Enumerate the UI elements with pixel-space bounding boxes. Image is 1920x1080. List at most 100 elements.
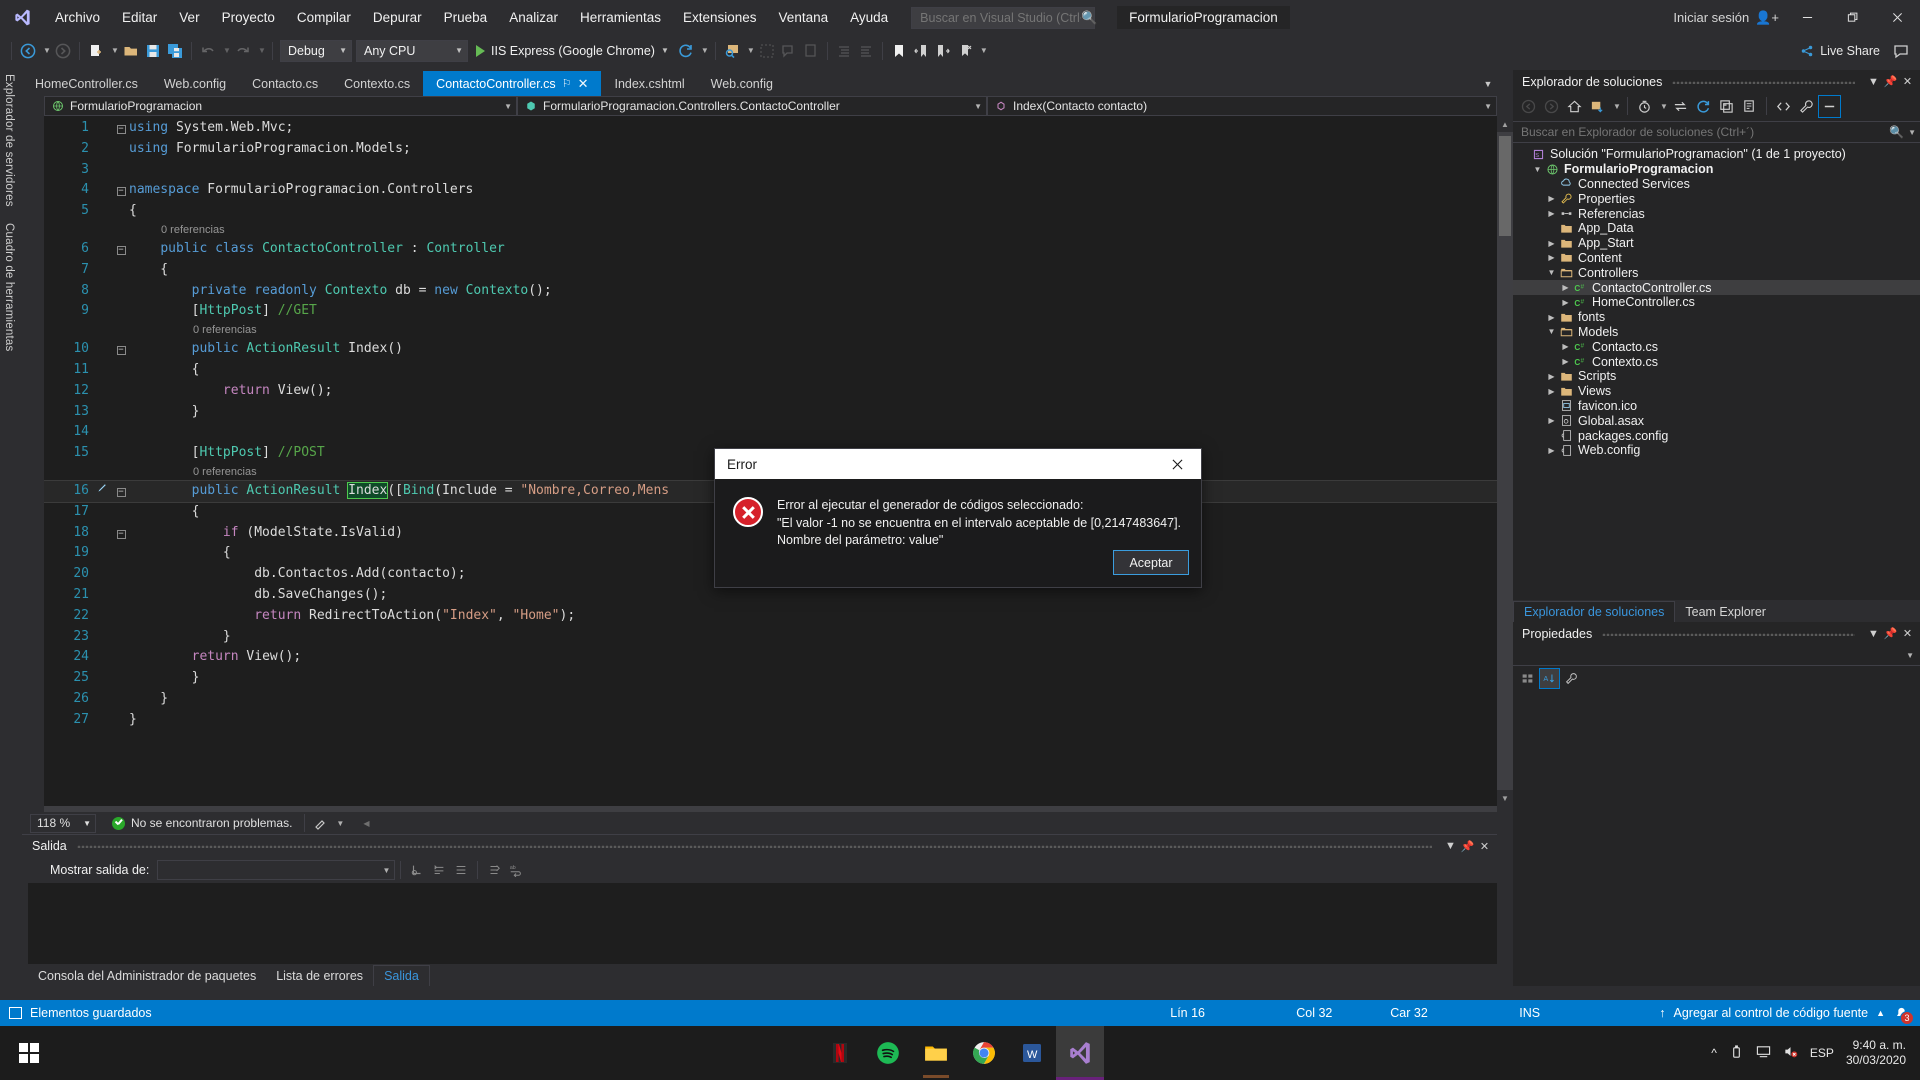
toolbar-overflow-icon[interactable]: ▼ [976, 46, 989, 55]
chevron-right-icon[interactable]: ▶ [1545, 387, 1558, 396]
code-line[interactable]: 3 [44, 160, 1497, 181]
panel-tab[interactable]: Explorador de soluciones [1513, 601, 1676, 622]
pending-changes-filter-icon[interactable] [1633, 95, 1656, 118]
close-icon[interactable]: ✕ [578, 76, 589, 92]
fold-toggle-icon[interactable]: − [113, 481, 129, 502]
clock[interactable]: 9:40 a. m. 30/03/2020 [1846, 1038, 1906, 1068]
code-cleanup-icon[interactable] [310, 812, 332, 834]
pending-changes-caret-icon[interactable]: ▼ [1609, 102, 1622, 111]
tree-item[interactable]: ▼ Controllers [1513, 265, 1920, 280]
code-line[interactable]: 12 return View(); [44, 381, 1497, 402]
code-line[interactable]: 23 } [44, 627, 1497, 648]
visual-studio-icon[interactable] [1056, 1026, 1104, 1080]
sync-with-active-document-icon[interactable] [1669, 95, 1692, 118]
chevron-right-icon[interactable]: ▶ [1545, 372, 1558, 381]
preview-selected-items-icon[interactable] [1818, 94, 1841, 118]
menu-item-editar[interactable]: Editar [111, 0, 168, 35]
editor-vertical-scrollbar[interactable]: ▲ ▼ [1497, 116, 1513, 806]
editor-tab[interactable]: HomeController.cs [22, 71, 151, 96]
editor-tab[interactable]: ContactoController.cs ⚐ ✕ [423, 71, 602, 96]
collapse-all-icon[interactable] [1715, 95, 1738, 118]
code-cleanup-caret-icon[interactable]: ▼ [332, 819, 345, 828]
properties-wrench-icon[interactable] [1795, 95, 1818, 118]
member-selector-combo[interactable]: Index(Contacto contacto) ▼ [987, 96, 1497, 116]
next-bookmark-icon[interactable] [932, 40, 954, 62]
show-output-from-combo[interactable]: ▼ [157, 860, 396, 880]
refresh-icon[interactable] [1692, 95, 1715, 118]
output-tab[interactable]: Consola del Administrador de paquetes [28, 966, 266, 986]
show-hidden-icons-icon[interactable]: ^ [1711, 1046, 1717, 1060]
find-caret-icon[interactable]: ▼ [743, 46, 756, 55]
output-close-icon[interactable]: ✕ [1476, 837, 1493, 855]
editor-tab[interactable]: Contexto.cs [331, 71, 424, 96]
go-to-previous-icon[interactable] [428, 859, 450, 881]
tree-item[interactable]: ▶ C # ContactoController.cs [1513, 280, 1920, 295]
volume-muted-icon[interactable] [1783, 1044, 1798, 1062]
code-line[interactable]: 8 private readonly Contexto db = new Con… [44, 281, 1497, 302]
restart-caret-icon[interactable]: ▼ [697, 46, 710, 55]
output-pin-icon[interactable]: 📌 [1459, 837, 1476, 855]
code-line[interactable]: 24 return View(); [44, 647, 1497, 668]
chevron-right-icon[interactable]: ▶ [1559, 283, 1572, 292]
output-dropdown-icon[interactable]: ▼ [1442, 837, 1459, 855]
toggle-word-wrap-icon[interactable]: ab [505, 859, 527, 881]
fold-toggle-icon[interactable]: − [113, 239, 129, 260]
scroll-up-icon[interactable]: ▲ [1497, 116, 1513, 132]
tree-item[interactable]: ▶ Referencias [1513, 206, 1920, 221]
word-icon[interactable]: W [1008, 1026, 1056, 1080]
search-options-caret-icon[interactable]: ▼ [1904, 128, 1916, 137]
usb-icon[interactable] [1729, 1044, 1744, 1062]
netflix-icon[interactable] [816, 1026, 864, 1080]
menu-item-compilar[interactable]: Compilar [286, 0, 362, 35]
menu-item-proyecto[interactable]: Proyecto [211, 0, 286, 35]
code-line[interactable]: 7 { [44, 260, 1497, 281]
code-content[interactable]: 1− using System.Web.Mvc; 2 using Formulario… [44, 118, 1497, 731]
save-icon[interactable] [142, 40, 164, 62]
code-line[interactable]: 4 − namespace FormularioProgramacion.Contr… [44, 180, 1497, 201]
tree-item[interactable]: ▶ fonts [1513, 310, 1920, 325]
quick-actions-icon[interactable] [91, 481, 113, 502]
source-control-label[interactable]: Agregar al control de código fuente [1674, 1006, 1869, 1020]
navigate-back-caret-icon[interactable]: ▼ [39, 46, 52, 55]
properties-object-combo[interactable]: ▼ [1513, 645, 1920, 666]
tree-item[interactable]: ▶ App_Start [1513, 236, 1920, 251]
tree-item[interactable]: ▶ C # HomeController.cs [1513, 295, 1920, 310]
fold-toggle-icon[interactable]: − [113, 339, 129, 360]
editor-tab[interactable]: Web.config [150, 71, 240, 96]
code-line[interactable]: 21 db.SaveChanges(); [44, 585, 1497, 606]
server-explorer-tab[interactable]: Explorador de servidores [0, 66, 18, 215]
code-line[interactable]: 5{ [44, 201, 1497, 222]
tree-item[interactable]: ▶ C # Contexto.cs [1513, 354, 1920, 369]
chevron-down-icon[interactable]: ▼ [1545, 268, 1558, 277]
error-dialog[interactable]: Error Error al ejecutar el generador de … [714, 448, 1202, 588]
code-line[interactable]: 1 − using System.Web.Mvc; [44, 118, 1497, 139]
chevron-down-icon[interactable]: ▼ [1531, 165, 1544, 174]
previous-bookmark-icon[interactable] [910, 40, 932, 62]
quick-search-input[interactable] [920, 10, 1082, 25]
open-file-icon[interactable] [120, 40, 142, 62]
tree-item[interactable]: ▶ Scripts [1513, 369, 1920, 384]
close-button[interactable] [1875, 0, 1920, 35]
clear-all-icon[interactable] [483, 859, 505, 881]
code-line[interactable]: 11 { [44, 360, 1497, 381]
start-debugging-button[interactable]: IIS Express (Google Chrome) ▼ [470, 40, 675, 62]
menu-item-prueba[interactable]: Prueba [433, 0, 499, 35]
categorized-icon[interactable] [1517, 668, 1538, 689]
feedback-icon[interactable] [1890, 40, 1912, 62]
code-line[interactable]: 6 − public class ContactoController : Con… [44, 239, 1497, 260]
tree-item[interactable]: ▶ Views [1513, 384, 1920, 399]
tree-item[interactable]: S Solución "FormularioProgramacion" (1 de… [1513, 147, 1920, 162]
chevron-right-icon[interactable]: ▶ [1559, 357, 1572, 366]
properties-dropdown-icon[interactable]: ▼ [1865, 624, 1882, 643]
tree-item[interactable]: ▼ FormularioProgramacion [1513, 162, 1920, 177]
fold-toggle-icon[interactable]: − [113, 118, 129, 139]
minimize-button[interactable] [1785, 0, 1830, 35]
chevron-down-icon[interactable]: ▼ [1545, 327, 1558, 336]
tab-overflow-icon[interactable]: ▼ [1479, 71, 1497, 96]
solution-explorer-search-box[interactable]: 🔍 ▼ [1513, 121, 1920, 143]
chevron-down-icon[interactable]: ▼ [661, 46, 669, 55]
go-to-next-icon[interactable] [450, 859, 472, 881]
tree-item[interactable]: ▶ Global.asax [1513, 413, 1920, 428]
solution-explorer-pin-icon[interactable]: 📌 [1882, 72, 1899, 91]
menu-item-extensiones[interactable]: Extensiones [672, 0, 768, 35]
